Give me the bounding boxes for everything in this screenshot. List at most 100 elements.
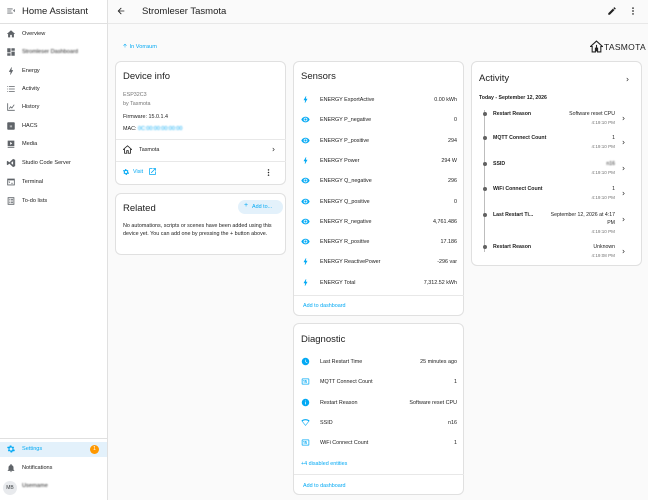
- diagnostic-value: n16: [448, 419, 457, 426]
- sensor-name: ENERGY Q_positive: [320, 198, 370, 205]
- activity-entity: Last Restart Ti...: [493, 212, 534, 218]
- sensor-row[interactable]: ENERGY R_positive 17.186: [294, 235, 464, 251]
- sensors-card: Sensors ENERGY ExportActive 0.00 kWh ENERG…: [293, 61, 464, 316]
- sidebar-item-activity[interactable]: Activity: [0, 82, 107, 97]
- eye-icon: [301, 177, 310, 184]
- area-breadcrumb[interactable]: In Vorraum: [122, 42, 157, 50]
- activity-entity: MQTT Connect Count: [493, 135, 547, 141]
- sidebar-item-settings[interactable]: Settings 1: [0, 442, 107, 457]
- sidebar-item-label: Notifications: [22, 465, 53, 471]
- sidebar-item-label: Studio Code Server: [22, 160, 71, 166]
- sensor-row[interactable]: ENERGY P_positive 294: [294, 134, 464, 150]
- visit-link[interactable]: Visit: [122, 167, 162, 179]
- sidebar-item-user[interactable]: MB Username: [0, 479, 107, 495]
- activity-entry[interactable]: SSID n16 4:19:10 PM: [472, 160, 642, 182]
- sidebar-item-label: Terminal: [22, 179, 44, 185]
- sidebar-item-overview[interactable]: Overview: [0, 27, 107, 42]
- sensor-value: 294 W: [441, 157, 457, 164]
- card-title: Related: [123, 203, 156, 214]
- flash-icon: [303, 157, 308, 164]
- sidebar-item-terminal[interactable]: Terminal: [0, 175, 107, 190]
- diagnostic-row[interactable]: SSID n16: [294, 416, 464, 432]
- diagnostic-value: Software reset CPU: [409, 399, 457, 406]
- activity-date: Today - September 12, 2026: [479, 95, 547, 101]
- pencil-icon[interactable]: [607, 6, 617, 16]
- add-to-dashboard-link[interactable]: Add to dashboard: [303, 303, 346, 309]
- sidebar-item-label: To-do lists: [22, 198, 48, 204]
- diagnostic-row[interactable]: WiFi Connect Count 1: [294, 436, 464, 452]
- sensor-row[interactable]: ENERGY P_negative 0: [294, 113, 464, 129]
- hacs-icon: H: [7, 122, 15, 130]
- sidebar-item-label: Stromleser Dashboard: [22, 49, 78, 55]
- diagnostic-row[interactable]: MQTT Connect Count 1: [294, 375, 464, 391]
- sensor-name: ENERGY ExportActive: [320, 97, 375, 103]
- arrow-left-icon[interactable]: [116, 6, 126, 16]
- add-to-dashboard-link[interactable]: Add to dashboard: [303, 483, 346, 489]
- sidebar-header: Home Assistant: [0, 0, 108, 24]
- sensor-value: 7,312.52 kWh: [423, 279, 457, 286]
- activity-icon: [7, 86, 15, 92]
- diagnostic-value: 25 minutes ago: [420, 359, 457, 365]
- activity-entry[interactable]: Restart Reason Unknown 4:19:08 PM: [472, 243, 642, 265]
- sensor-value: -296 var: [437, 259, 457, 266]
- card-title: Activity: [479, 73, 510, 84]
- sensor-row[interactable]: ENERGY Power 294 W: [294, 154, 464, 170]
- activity-entity: WiFi Connect Count: [493, 186, 543, 192]
- sidebar-item-label: Settings: [22, 446, 43, 452]
- counter-icon: [301, 439, 310, 446]
- sidebar-item-label: History: [22, 104, 40, 110]
- area-link-label: In Vorraum: [129, 44, 157, 50]
- sensor-row[interactable]: ENERGY Q_positive 0: [294, 195, 464, 211]
- sensor-row[interactable]: ENERGY ExportActive 0.00 kWh: [294, 93, 464, 109]
- activity-entry[interactable]: WiFi Connect Count 1 4:19:10 PM: [472, 185, 642, 207]
- sidebar-item-media[interactable]: Media: [0, 137, 107, 152]
- more-vertical-icon[interactable]: [264, 168, 273, 177]
- activity-entry[interactable]: Restart Reason Software reset CPU 4:19:10 …: [472, 110, 642, 132]
- menu-collapse-icon[interactable]: [6, 6, 16, 16]
- eye-icon: [301, 218, 310, 225]
- sidebar-item-label: Overview: [22, 31, 46, 37]
- sidebar-item-studio-code-server[interactable]: Studio Code Server: [0, 156, 107, 171]
- more-vertical-icon[interactable]: [628, 6, 638, 16]
- activity-entry[interactable]: Last Restart Ti... September 12, 2026 at …: [472, 211, 642, 234]
- sensor-row[interactable]: ENERGY Q_negative 296: [294, 174, 464, 190]
- diagnostic-row[interactable]: Last Restart Time 25 minutes ago: [294, 355, 464, 371]
- timeline-dot: [482, 245, 487, 249]
- activity-value: Software reset CPU: [569, 111, 615, 117]
- add-to-button[interactable]: + Add to...: [238, 200, 283, 214]
- integration-row-tasmota[interactable]: Tasmota: [116, 141, 286, 157]
- arrow-up-icon: [123, 43, 127, 48]
- flash-icon: [303, 258, 308, 266]
- energy-icon: [8, 67, 14, 75]
- sidebar-item-dashboard[interactable]: Stromleser Dashboard: [0, 45, 107, 60]
- diagnostic-value: 1: [454, 379, 457, 386]
- activity-value: n16: [606, 161, 615, 167]
- sensor-value: 0: [454, 198, 457, 205]
- sensor-value: 4,761.486: [433, 218, 457, 225]
- sensor-row[interactable]: ENERGY ReactivePower -296 var: [294, 255, 464, 271]
- sensor-row[interactable]: ENERGY R_negative 4,761.486: [294, 215, 464, 231]
- diagnostic-name: WiFi Connect Count: [320, 440, 369, 447]
- gear-icon: [122, 169, 130, 175]
- home-icon: [6, 30, 16, 38]
- activity-card: Activity Today - September 12, 2026 Rest…: [471, 61, 642, 266]
- activity-entry[interactable]: MQTT Connect Count 1 4:19:10 PM: [472, 134, 642, 156]
- chevron-right-icon[interactable]: [624, 76, 631, 83]
- clock-icon: [301, 357, 310, 366]
- sidebar-item-todo-lists[interactable]: To-do lists: [0, 194, 107, 209]
- sidebar-item-energy[interactable]: Energy: [0, 64, 107, 79]
- disabled-entities-link[interactable]: +4 disabled entities: [301, 461, 347, 467]
- activity-time: 4:19:10 PM: [591, 170, 616, 175]
- activity-value: September 12, 2026 at 4:17: [550, 212, 615, 218]
- timeline-dot: [482, 136, 487, 140]
- sidebar-item-hacs[interactable]: H HACS: [0, 119, 107, 134]
- sensor-row[interactable]: ENERGY Total 7,312.52 kWh: [294, 276, 464, 292]
- timeline-dot: [482, 187, 487, 191]
- divider: [116, 139, 286, 140]
- device-manufacturer: by Tasmota: [123, 101, 151, 107]
- sensor-name: ENERGY P_negative: [320, 117, 372, 124]
- vscode-icon: [6, 158, 16, 168]
- sidebar-item-history[interactable]: History: [0, 100, 107, 115]
- sidebar-item-notifications[interactable]: Notifications: [0, 461, 107, 476]
- diagnostic-row[interactable]: Restart Reason Software reset CPU: [294, 396, 464, 412]
